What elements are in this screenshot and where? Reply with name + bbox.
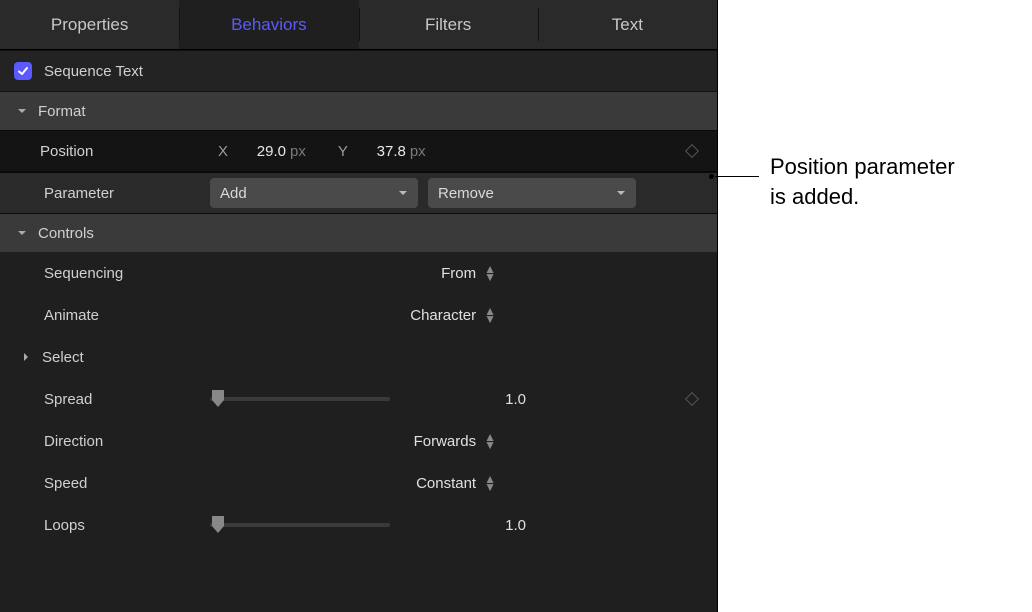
row-animate: Animate Character ▲▼ — [0, 294, 717, 336]
stepper-icon[interactable]: ▲▼ — [484, 433, 496, 449]
tabs-bar: Properties Behaviors Filters Text — [0, 0, 717, 50]
stepper-icon[interactable]: ▲▼ — [484, 475, 496, 491]
section-controls[interactable]: Controls — [0, 214, 717, 252]
chevron-right-icon[interactable] — [16, 143, 32, 159]
row-speed: Speed Constant ▲▼ — [0, 462, 717, 504]
slider-thumb-icon[interactable] — [210, 390, 226, 408]
position-x-unit: px — [290, 143, 306, 160]
remove-dropdown[interactable]: Remove — [428, 178, 636, 208]
tab-filters[interactable]: Filters — [359, 0, 538, 49]
x-label: X — [210, 143, 236, 160]
check-icon — [17, 65, 29, 77]
slider-thumb-icon[interactable] — [210, 516, 226, 534]
parameter-label: Parameter — [14, 185, 114, 202]
section-label: Format — [38, 103, 86, 120]
position-y-unit: px — [410, 143, 426, 160]
spread-label: Spread — [44, 391, 92, 408]
loops-value[interactable]: 1.0 — [505, 517, 526, 534]
inspector-panel: Properties Behaviors Filters Text Sequen… — [0, 0, 718, 612]
row-spread: Spread 1.0 — [0, 378, 717, 420]
section-format[interactable]: Format — [0, 92, 717, 130]
tab-label: Text — [612, 15, 643, 35]
row-parameter: Parameter Add Remove — [0, 172, 717, 214]
animate-label: Animate — [44, 307, 99, 324]
loops-slider[interactable] — [210, 523, 390, 527]
select-label: Select — [42, 349, 84, 366]
annotation-area: Position parameter is added. — [718, 0, 1032, 612]
chevron-right-icon — [18, 349, 34, 365]
position-label: Position — [40, 143, 93, 160]
position-x-value[interactable]: 29.0 — [236, 143, 290, 160]
callout-line-icon — [715, 176, 759, 177]
loops-label: Loops — [44, 517, 85, 534]
chevron-down-icon — [14, 103, 30, 119]
direction-value[interactable]: Forwards — [414, 433, 477, 450]
annotation-text-2: is added. — [770, 184, 859, 209]
behavior-header: Sequence Text — [0, 50, 717, 92]
annotation-text-1: Position parameter — [770, 154, 955, 179]
row-loops: Loops 1.0 — [0, 504, 717, 546]
chevron-down-icon — [616, 185, 626, 202]
tab-label: Behaviors — [231, 15, 307, 35]
dropdown-label: Remove — [438, 185, 494, 202]
sequencing-label: Sequencing — [44, 265, 123, 282]
spread-slider[interactable] — [210, 397, 390, 401]
tab-behaviors[interactable]: Behaviors — [179, 0, 358, 49]
behavior-title: Sequence Text — [44, 63, 143, 80]
row-sequencing: Sequencing From ▲▼ — [0, 252, 717, 294]
tab-label: Properties — [51, 15, 128, 35]
animate-value[interactable]: Character — [410, 307, 476, 324]
chevron-down-icon — [14, 225, 30, 241]
y-label: Y — [330, 143, 356, 160]
chevron-down-icon — [398, 185, 408, 202]
tab-properties[interactable]: Properties — [0, 0, 179, 49]
sequencing-value[interactable]: From — [441, 265, 476, 282]
enable-checkbox[interactable] — [14, 62, 32, 80]
speed-value[interactable]: Constant — [416, 475, 476, 492]
stepper-icon[interactable]: ▲▼ — [484, 265, 496, 281]
stepper-icon[interactable]: ▲▼ — [484, 307, 496, 323]
dropdown-label: Add — [220, 185, 247, 202]
tab-text[interactable]: Text — [538, 0, 717, 49]
tab-label: Filters — [425, 15, 471, 35]
speed-label: Speed — [44, 475, 87, 492]
row-select[interactable]: Select — [0, 336, 717, 378]
add-dropdown[interactable]: Add — [210, 178, 418, 208]
position-y-value[interactable]: 37.8 — [356, 143, 410, 160]
direction-label: Direction — [44, 433, 103, 450]
spread-value[interactable]: 1.0 — [505, 391, 526, 408]
row-direction: Direction Forwards ▲▼ — [0, 420, 717, 462]
row-position: Position X 29.0 px Y 37.8 px — [0, 130, 717, 172]
section-label: Controls — [38, 225, 94, 242]
